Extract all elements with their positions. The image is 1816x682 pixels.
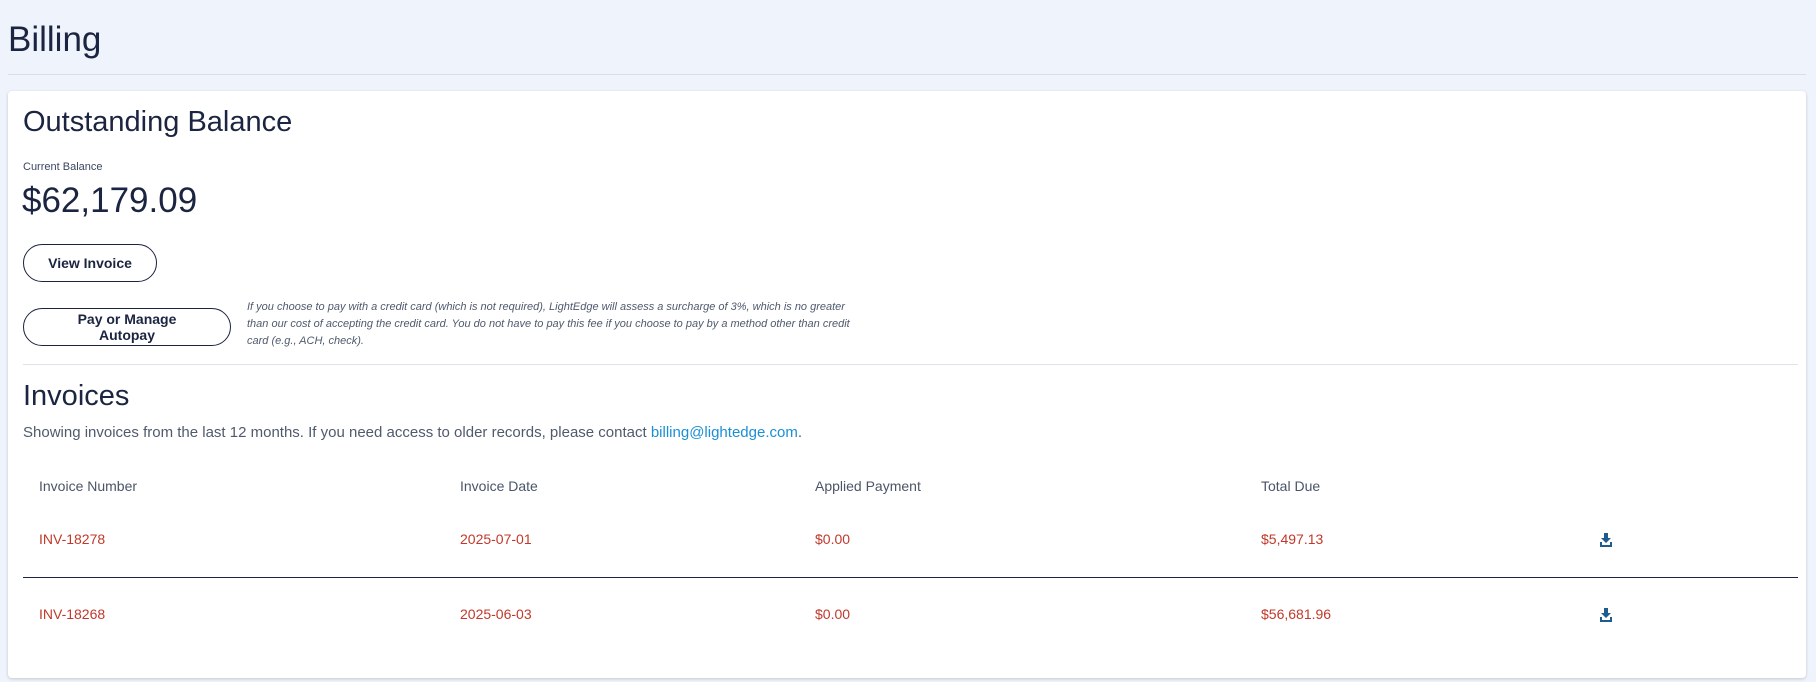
page-header: Billing: [0, 0, 1806, 75]
billing-card: Outstanding Balance Current Balance $62,…: [8, 91, 1806, 678]
invoices-description-text: Showing invoices from the last 12 months…: [23, 424, 651, 441]
section-divider: [23, 364, 1798, 365]
invoices-description-end: .: [797, 424, 802, 441]
download-icon[interactable]: [1599, 607, 1613, 623]
invoice-date: 2025-06-03: [460, 606, 532, 622]
invoices-title: Invoices: [23, 380, 130, 412]
total-due: $5,497.13: [1261, 531, 1324, 547]
credit-card-surcharge-note: If you choose to pay with a credit card …: [247, 301, 850, 347]
column-header-applied-payment[interactable]: Applied Payment: [815, 478, 921, 494]
header-divider: [8, 74, 1806, 75]
table-row[interactable]: INV-18268 2025-06-03 $0.00 $56,681.96: [23, 578, 1798, 652]
pay-or-manage-autopay-button[interactable]: Pay or Manage Autopay: [23, 308, 231, 346]
total-due: $56,681.96: [1261, 606, 1332, 622]
download-icon[interactable]: [1599, 532, 1613, 548]
invoices-description: Showing invoices from the last 12 months…: [23, 424, 802, 441]
invoice-number[interactable]: INV-18278: [39, 531, 105, 547]
outstanding-balance-title: Outstanding Balance: [23, 106, 293, 138]
page-title: Billing: [8, 20, 102, 59]
column-header-total-due[interactable]: Total Due: [1261, 478, 1320, 494]
column-header-invoice-number[interactable]: Invoice Number: [39, 478, 137, 494]
invoice-number[interactable]: INV-18268: [39, 606, 105, 622]
billing-email-link[interactable]: billing@lightedge.com: [651, 424, 798, 441]
current-balance-label: Current Balance: [23, 161, 103, 173]
invoice-date: 2025-07-01: [460, 531, 532, 547]
current-balance-amount: $62,179.09: [22, 181, 198, 220]
column-header-invoice-date[interactable]: Invoice Date: [460, 478, 538, 494]
table-row[interactable]: INV-18278 2025-07-01 $0.00 $5,497.13: [23, 503, 1798, 578]
applied-payment: $0.00: [815, 531, 851, 547]
applied-payment: $0.00: [815, 606, 851, 622]
view-invoice-button[interactable]: View Invoice: [23, 244, 157, 282]
